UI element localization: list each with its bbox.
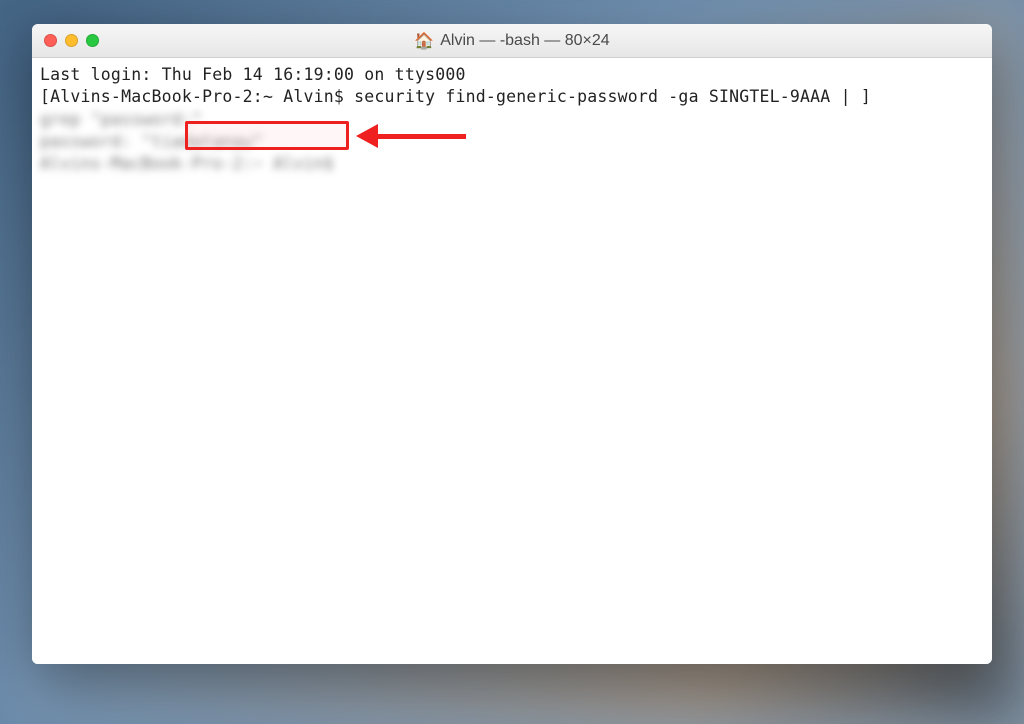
- window-title-wrap: 🏠 Alvin — -bash — 80×24: [32, 31, 992, 51]
- terminal-line-blurred: grep "password:": [40, 109, 984, 131]
- annotation-highlight-box: [185, 121, 349, 150]
- zoom-icon[interactable]: [86, 34, 99, 47]
- titlebar[interactable]: 🏠 Alvin — -bash — 80×24: [32, 24, 992, 58]
- terminal-window: 🏠 Alvin — -bash — 80×24 Last login: Thu …: [32, 24, 992, 664]
- window-title: Alvin — -bash — 80×24: [440, 32, 609, 50]
- terminal-line-blurred: Alvins-MacBook-Pro-2:~ Alvin$: [40, 153, 984, 175]
- home-icon: 🏠: [414, 31, 434, 51]
- terminal-line: [Alvins-MacBook-Pro-2:~ Alvin$ security …: [40, 86, 984, 108]
- minimize-icon[interactable]: [65, 34, 78, 47]
- terminal-line-blurred: password: "tiadatanau": [40, 131, 984, 153]
- annotation-arrow-icon: [356, 124, 476, 146]
- blurred-region: grep "password:" password: "tiadatanau" …: [40, 109, 984, 176]
- traffic-lights: [32, 34, 99, 47]
- close-icon[interactable]: [44, 34, 57, 47]
- terminal-line: Last login: Thu Feb 14 16:19:00 on ttys0…: [40, 64, 984, 86]
- terminal-output[interactable]: Last login: Thu Feb 14 16:19:00 on ttys0…: [32, 58, 992, 664]
